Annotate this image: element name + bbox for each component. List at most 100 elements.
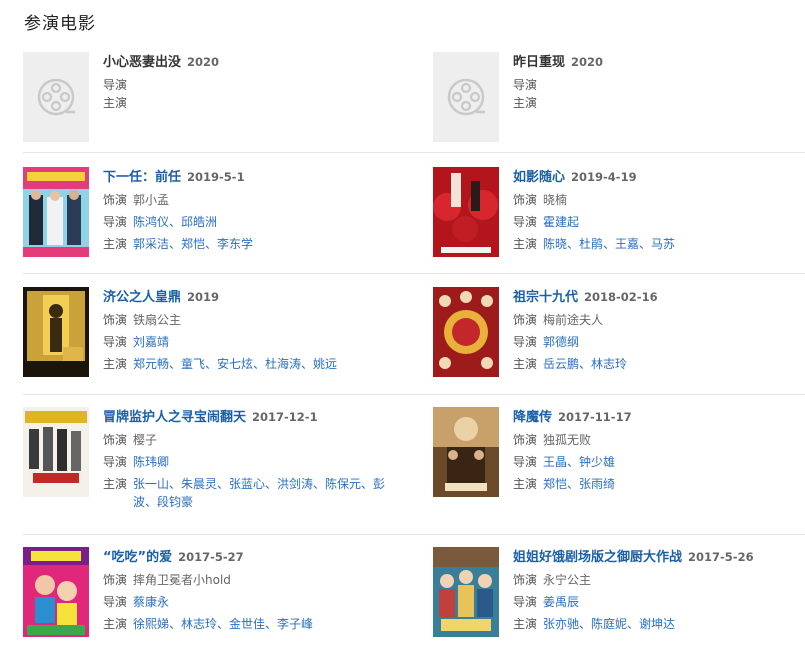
director-links[interactable]: 陈玮卿 [133,451,169,473]
director-links[interactable]: 王晶、钟少雄 [543,451,615,473]
movie-poster[interactable] [433,167,499,257]
movie-title-link[interactable]: 冒牌监护人之寻宝闹翻天 [103,410,246,425]
director-links[interactable]: 姜禹辰 [543,591,579,613]
title-line: “吃吃”的爱 2017-5-27 [103,547,393,565]
role-value: 郭小孟 [133,193,170,207]
movie-meta: 导演 主演 [103,74,393,114]
movie-title-link[interactable]: 下一任：前任 [103,170,181,185]
movie-poster[interactable] [23,167,89,257]
movie-title-link[interactable]: 降魔传 [513,410,552,425]
movie-poster[interactable] [433,547,499,637]
cast-links[interactable]: 郑元畅、童飞、安七炫、杜海涛、姚远 [133,353,337,375]
cast-links[interactable]: 郑恺、张雨绮 [543,473,615,495]
title-line: 祖宗十九代 2018-02-16 [513,287,803,305]
cast-row: 主演 [103,92,393,114]
movie-meta: 饰演 晓楠 导演 霍建起 主演 陈晓、杜鹃、王嘉、马苏 [513,189,803,255]
movie-meta: 导演 主演 [513,74,803,114]
movie-poster[interactable] [23,407,89,497]
movie-info: 如影随心 2019-4-19 饰演 晓楠 导演 霍建起 主演 陈晓、杜鹃、王嘉、马苏 [513,167,803,255]
movie-info: 小心恶妻出没 2020 导演 主演 [103,52,393,114]
director-row: 导演 陈鸿仪、邱皓洲 [103,211,393,233]
film-reel-icon [37,78,75,116]
poster-placeholder[interactable] [433,52,499,142]
movie-info: 济公之人皇鼎 2019 饰演 铁扇公主 导演 刘嘉靖 主演 郑元畅、童飞、安七炫、杜海涛… [103,287,393,375]
cast-row: 主演 [513,92,803,114]
movie-info: 昨日重现 2020 导演 主演 [513,52,803,114]
movie-year: 2017-5-26 [688,550,754,564]
movie-title-link[interactable]: 祖宗十九代 [513,290,578,305]
movie-meta: 饰演 永宁公主 导演 姜禹辰 主演 张亦驰、陈庭妮、谢坤达 [513,569,803,635]
director-links[interactable]: 蔡康永 [133,591,169,613]
director-label: 导演 [103,335,128,349]
movie-poster[interactable] [23,547,89,637]
director-links[interactable]: 刘嘉靖 [133,331,169,353]
role-value: 樱子 [133,433,158,447]
cast-row: 主演 郭采洁、郑恺、李东学 [103,233,393,255]
movie-meta: 饰演 樱子 导演 陈玮卿 主演 张一山、朱晨灵、张蓝心、洪剑涛、陈保元、彭波、段钧豪 [103,429,393,511]
movie-title-link[interactable]: 济公之人皇鼎 [103,290,181,305]
movie-info: 下一任：前任 2019-5-1 饰演 郭小孟 导演 陈鸿仪、邱皓洲 主演 郭采洁、郑恺、… [103,167,393,255]
director-label: 导演 [103,595,128,609]
title-line: 下一任：前任 2019-5-1 [103,167,393,185]
director-row: 导演 姜禹辰 [513,591,803,613]
role-value: 摔角卫冕者小hold [133,573,231,587]
movie-row: “吃吃”的爱 2017-5-27 饰演 摔角卫冕者小hold 导演 蔡康永 主演 徐熙娣… [23,535,805,645]
cast-row: 主演 陈晓、杜鹃、王嘉、马苏 [513,233,803,255]
role-label: 饰演 [513,433,538,447]
role-label: 饰演 [513,193,538,207]
movie-poster[interactable] [23,287,89,377]
cast-links[interactable]: 张亦驰、陈庭妮、谢坤达 [543,613,675,635]
role-label: 饰演 [103,313,128,327]
section-title: 参演电影 [24,14,96,34]
cast-links[interactable]: 郭采洁、郑恺、李东学 [133,233,253,255]
director-links[interactable]: 霍建起 [543,211,579,233]
title-line: 降魔传 2017-11-17 [513,407,803,425]
cast-row: 主演 岳云鹏、林志玲 [513,353,803,375]
director-label: 导演 [513,455,538,469]
cast-label: 主演 [103,477,128,491]
role-label: 饰演 [103,573,128,587]
movie-title-link[interactable]: “吃吃”的爱 [103,550,172,565]
poster-placeholder[interactable] [23,52,89,142]
director-row: 导演 陈玮卿 [103,451,393,473]
title-line: 冒牌监护人之寻宝闹翻天 2017-12-1 [103,407,393,425]
role-label: 饰演 [103,433,128,447]
movie-info: “吃吃”的爱 2017-5-27 饰演 摔角卫冕者小hold 导演 蔡康永 主演 徐熙娣… [103,547,393,635]
title-line: 姐姐好饿剧场版之御厨大作战 2017-5-26 [513,547,803,565]
cast-links[interactable]: 徐熙娣、林志玲、金世佳、李子峰 [133,613,313,635]
movie-poster[interactable] [433,287,499,377]
cast-label: 主演 [103,96,128,110]
cast-links[interactable]: 张一山、朱晨灵、张蓝心、洪剑涛、陈保元、彭波、段钧豪 [133,473,393,511]
movie-info: 祖宗十九代 2018-02-16 饰演 梅前途夫人 导演 郭德纲 主演 岳云鹏、林志玲 [513,287,803,375]
role-value: 梅前途夫人 [543,313,604,327]
cast-label: 主演 [513,357,538,371]
movie-row: 下一任：前任 2019-5-1 饰演 郭小孟 导演 陈鸿仪、邱皓洲 主演 郭采洁、郑恺、… [23,153,805,274]
cast-row: 主演 郑恺、张雨绮 [513,473,803,495]
movie-poster[interactable] [433,407,499,497]
director-row: 导演 刘嘉靖 [103,331,393,353]
cast-label: 主演 [103,357,128,371]
movie-title-link[interactable]: 如影随心 [513,170,565,185]
cast-label: 主演 [513,237,538,251]
director-links[interactable]: 郭德纲 [543,331,579,353]
role-value: 独孤无败 [543,433,592,447]
title-line: 小心恶妻出没 2020 [103,52,393,70]
cast-label: 主演 [513,96,538,110]
role-row: 饰演 铁扇公主 [103,309,393,331]
director-label: 导演 [103,455,128,469]
movie-meta: 饰演 梅前途夫人 导演 郭德纲 主演 岳云鹏、林志玲 [513,309,803,375]
cast-label: 主演 [103,237,128,251]
director-links[interactable]: 陈鸿仪、邱皓洲 [133,211,217,233]
movie-title-link[interactable]: 姐姐好饿剧场版之御厨大作战 [513,550,682,565]
director-label: 导演 [103,215,128,229]
role-row: 饰演 摔角卫冕者小hold [103,569,393,591]
movie-row: 小心恶妻出没 2020 导演 主演 昨日重现 2020 导演 主演 [23,45,805,153]
role-row: 饰演 独孤无败 [513,429,803,451]
movie-info: 冒牌监护人之寻宝闹翻天 2017-12-1 饰演 樱子 导演 陈玮卿 主演 张一山、朱晨… [103,407,393,511]
title-line: 昨日重现 2020 [513,52,803,70]
role-row: 饰演 永宁公主 [513,569,803,591]
movie-row: 济公之人皇鼎 2019 饰演 铁扇公主 导演 刘嘉靖 主演 郑元畅、童飞、安七炫、杜海涛… [23,274,805,395]
cast-links[interactable]: 陈晓、杜鹃、王嘉、马苏 [543,233,675,255]
role-row: 饰演 梅前途夫人 [513,309,803,331]
cast-links[interactable]: 岳云鹏、林志玲 [543,353,627,375]
